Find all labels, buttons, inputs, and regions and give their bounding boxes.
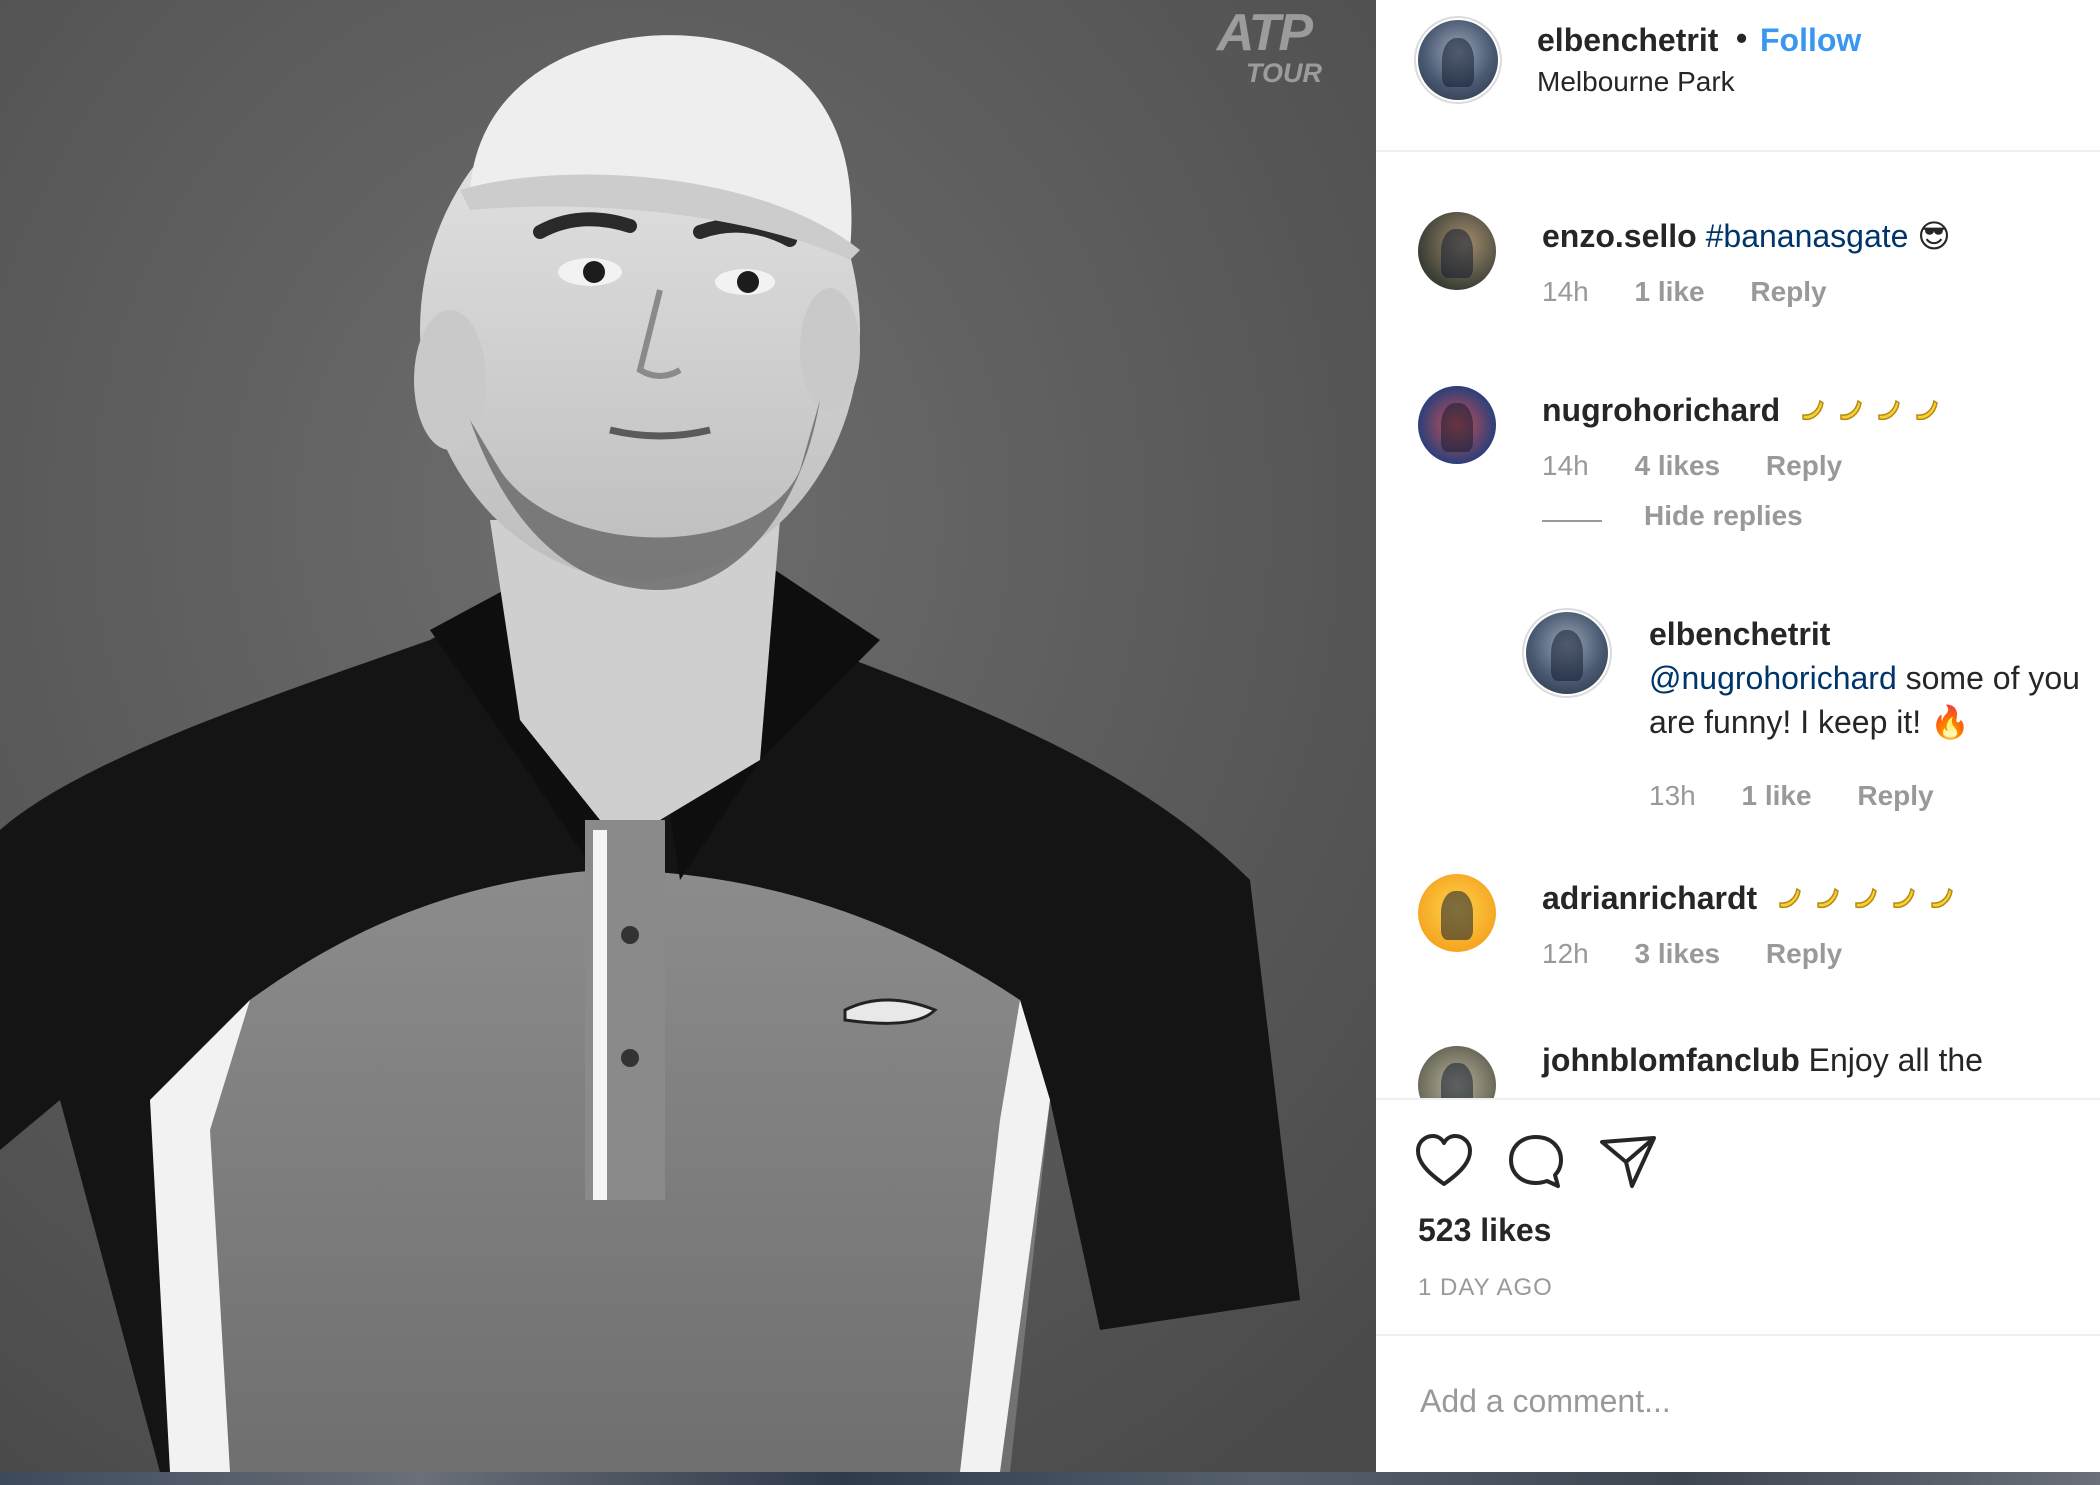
header-separator: • xyxy=(1736,20,1748,56)
comment-time[interactable]: 12h xyxy=(1542,938,1589,969)
comments-list[interactable]: enzo.sello #bananasgate 😎 14h 1 like Rep… xyxy=(1376,152,2100,1098)
commenter-avatar[interactable] xyxy=(1526,612,1608,694)
commenter-username[interactable]: nugrohorichard xyxy=(1542,392,1780,428)
share-icon[interactable] xyxy=(1598,1132,1658,1192)
commenter-avatar[interactable] xyxy=(1418,212,1496,290)
comment-likes[interactable]: 1 like xyxy=(1742,780,1812,811)
commenter-username[interactable]: elbenchetrit xyxy=(1649,616,1830,652)
comment-time[interactable]: 14h xyxy=(1542,450,1589,481)
banana-emoji-icon xyxy=(1916,399,1938,421)
comment-body: Enjoy all the xyxy=(1799,1042,1983,1078)
banana-emoji-icon xyxy=(1802,399,1824,421)
post-sidebar: elbenchetrit • Follow Melbourne Park enz… xyxy=(1376,0,2100,1472)
banana-emoji-icon xyxy=(1840,399,1862,421)
post-actions: 523 likes 1 DAY AGO xyxy=(1376,1098,2100,1336)
comment-likes[interactable]: 1 like xyxy=(1635,276,1705,307)
comment-time[interactable]: 13h xyxy=(1649,780,1696,811)
player-portrait xyxy=(0,0,1376,1472)
post-photo[interactable]: ATP TOUR xyxy=(0,0,1376,1472)
commenter-username[interactable]: adrianrichardt xyxy=(1542,880,1757,916)
comment-meta: 13h 1 like Reply xyxy=(1649,780,1972,812)
banana-emoji-icon xyxy=(1878,399,1900,421)
author-username[interactable]: elbenchetrit xyxy=(1537,22,1718,59)
commenter-username[interactable]: johnblomfanclub xyxy=(1542,1042,1800,1078)
reply-button[interactable]: Reply xyxy=(1766,450,1842,481)
reply-text-line1: some of you xyxy=(1896,660,2080,696)
heart-icon[interactable] xyxy=(1414,1132,1474,1192)
watermark-tour: TOUR xyxy=(1245,58,1322,88)
follow-button[interactable]: Follow xyxy=(1760,22,1861,59)
add-comment-input[interactable] xyxy=(1418,1376,2062,1426)
reply-button[interactable]: Reply xyxy=(1857,780,1933,811)
mention-link[interactable]: @nugrohorichard xyxy=(1649,660,1897,696)
comment-meta: 14h 1 like Reply xyxy=(1542,276,1865,308)
hide-replies-line xyxy=(1542,520,1602,522)
banana-emoji-icon xyxy=(1817,887,1839,909)
sunglasses-emoji-icon: 😎 xyxy=(1917,218,1951,254)
comment-text: elbenchetrit @nugrohorichard some of you… xyxy=(1649,612,2080,744)
atp-tour-watermark: ATP TOUR xyxy=(1184,4,1344,88)
comment-likes[interactable]: 4 likes xyxy=(1635,450,1721,481)
hashtag-link[interactable]: #bananasgate xyxy=(1706,218,1909,254)
banana-emoji-icon xyxy=(1779,887,1801,909)
likes-count[interactable]: 523 likes xyxy=(1418,1212,1551,1249)
watermark-atp: ATP xyxy=(1216,4,1313,62)
banana-emoji-icon xyxy=(1855,887,1877,909)
post-header: elbenchetrit • Follow Melbourne Park xyxy=(1376,0,2100,152)
banana-emoji-row xyxy=(1789,392,1941,428)
reply-button[interactable]: Reply xyxy=(1766,938,1842,969)
commenter-avatar[interactable] xyxy=(1418,874,1496,952)
comment-text: enzo.sello #bananasgate 😎 xyxy=(1542,214,1951,258)
comment-time[interactable]: 14h xyxy=(1542,276,1589,307)
commenter-username[interactable]: enzo.sello xyxy=(1542,218,1697,254)
commenter-avatar[interactable] xyxy=(1418,386,1496,464)
comment-text: johnblomfanclub Enjoy all the xyxy=(1542,1038,1983,1082)
fire-emoji-icon: 🔥 xyxy=(1930,704,1970,740)
commenter-avatar[interactable] xyxy=(1418,1046,1496,1098)
hide-replies-label[interactable]: Hide replies xyxy=(1644,500,1803,532)
comment-meta: 14h 4 likes Reply xyxy=(1542,450,1880,482)
author-avatar[interactable] xyxy=(1418,20,1498,100)
comment-text: adrianrichardt xyxy=(1542,876,1956,920)
comment-likes[interactable]: 3 likes xyxy=(1635,938,1721,969)
banana-emoji-icon xyxy=(1931,887,1953,909)
comment-icon[interactable] xyxy=(1506,1132,1566,1192)
post-timestamp[interactable]: 1 DAY AGO xyxy=(1418,1274,1553,1302)
reply-button[interactable]: Reply xyxy=(1750,276,1826,307)
reply-text-line2: are funny! I keep it! xyxy=(1649,704,1922,740)
comment-text: nugrohorichard xyxy=(1542,388,1941,432)
banana-emoji-icon xyxy=(1893,887,1915,909)
banana-emoji-row xyxy=(1766,880,1956,916)
add-comment-bar xyxy=(1376,1334,2100,1474)
comment-meta: 12h 3 likes Reply xyxy=(1542,938,1880,970)
post-location[interactable]: Melbourne Park xyxy=(1537,66,1735,98)
